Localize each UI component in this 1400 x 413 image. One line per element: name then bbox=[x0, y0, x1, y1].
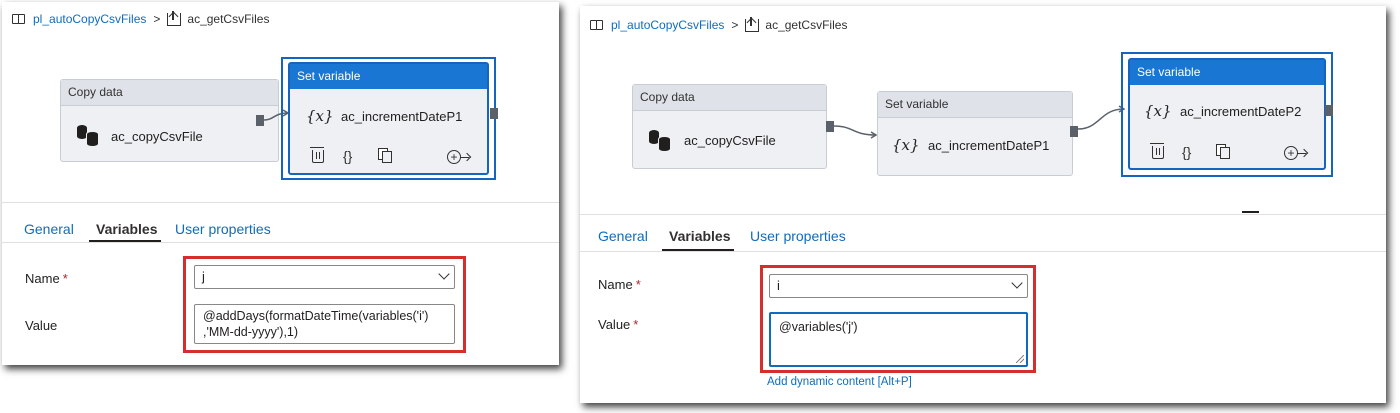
node-type-label: Copy data bbox=[61, 80, 278, 106]
breadcrumb-activity: ac_getCsvFiles bbox=[765, 18, 848, 32]
database-icon bbox=[649, 128, 675, 152]
breadcrumb: pl_autoCopyCsvFiles > ac_getCsvFiles bbox=[590, 16, 848, 32]
breadcrumb-pipeline-link[interactable]: pl_autoCopyCsvFiles bbox=[33, 12, 146, 26]
connector-line bbox=[833, 125, 878, 139]
output-port[interactable] bbox=[1325, 105, 1333, 116]
node-name: ac_incrementDateP1 bbox=[928, 138, 1050, 153]
code-icon[interactable]: {} bbox=[1182, 144, 1191, 160]
breadcrumb-separator: > bbox=[153, 12, 161, 26]
tab-general[interactable]: General bbox=[24, 221, 74, 237]
tab-user-properties[interactable]: User properties bbox=[750, 228, 846, 244]
divider bbox=[2, 242, 559, 243]
delete-icon[interactable] bbox=[1150, 143, 1164, 159]
node-name: ac_copyCsvFile bbox=[111, 129, 203, 144]
add-dynamic-content-link[interactable]: Add dynamic content [Alt+P] bbox=[767, 376, 912, 388]
highlight-box bbox=[760, 265, 1036, 373]
divider bbox=[580, 214, 1386, 215]
left-screenshot-panel: pl_autoCopyCsvFiles > ac_getCsvFiles Cop… bbox=[2, 2, 559, 365]
node-type-label: Set variable bbox=[878, 92, 1072, 118]
breadcrumb: pl_autoCopyCsvFiles > ac_getCsvFiles bbox=[12, 10, 270, 26]
database-icon bbox=[77, 123, 103, 147]
set-variable-activity-node[interactable]: Set variable {x} ac_incrementDateP1 {} bbox=[288, 62, 489, 175]
scroll-indicator bbox=[1242, 211, 1259, 213]
set-variable-activity-node-2[interactable]: Set variable {x} ac_incrementDateP2 {} bbox=[1128, 58, 1326, 170]
divider bbox=[2, 202, 559, 203]
node-name: ac_incrementDateP1 bbox=[341, 109, 463, 124]
copy-data-activity-node[interactable]: Copy data ac_copyCsvFile bbox=[60, 79, 279, 162]
output-port[interactable] bbox=[1070, 126, 1078, 137]
activity-icon bbox=[167, 10, 182, 26]
add-output-icon[interactable] bbox=[1284, 146, 1309, 161]
copy-icon[interactable] bbox=[378, 148, 392, 163]
name-label: Name * bbox=[598, 277, 641, 292]
name-label: Name * bbox=[25, 271, 68, 286]
code-icon[interactable]: {} bbox=[343, 148, 352, 164]
tab-general[interactable]: General bbox=[598, 228, 648, 244]
copy-data-activity-node[interactable]: Copy data ac_copyCsvFile bbox=[632, 84, 827, 169]
tab-variables[interactable]: Variables bbox=[669, 228, 731, 244]
output-port[interactable] bbox=[490, 108, 498, 119]
right-screenshot-panel: pl_autoCopyCsvFiles > ac_getCsvFiles Cop… bbox=[580, 6, 1386, 403]
pipeline-icon bbox=[590, 20, 604, 30]
variable-icon: {x} bbox=[1144, 102, 1172, 120]
output-port[interactable] bbox=[826, 121, 834, 132]
value-label: Value bbox=[25, 318, 58, 333]
activity-icon bbox=[745, 16, 760, 32]
divider bbox=[580, 251, 1386, 252]
breadcrumb-pipeline-link[interactable]: pl_autoCopyCsvFiles bbox=[611, 18, 724, 32]
tab-user-properties[interactable]: User properties bbox=[175, 221, 271, 237]
delete-icon[interactable] bbox=[310, 147, 324, 163]
tab-variables[interactable]: Variables bbox=[96, 221, 158, 237]
variable-icon: {x} bbox=[306, 107, 334, 125]
copy-icon[interactable] bbox=[1216, 144, 1230, 159]
value-label: Value * bbox=[598, 317, 639, 332]
node-name: ac_copyCsvFile bbox=[684, 133, 776, 148]
set-variable-activity-node-1[interactable]: Set variable {x} ac_incrementDateP1 bbox=[877, 91, 1073, 176]
node-name: ac_incrementDateP2 bbox=[1180, 104, 1302, 119]
node-type-label: Set variable bbox=[290, 64, 487, 89]
node-type-label: Set variable bbox=[1130, 60, 1324, 85]
breadcrumb-separator: > bbox=[731, 18, 739, 32]
highlight-box bbox=[183, 256, 466, 353]
output-port[interactable] bbox=[256, 115, 264, 126]
pipeline-icon bbox=[12, 14, 26, 24]
breadcrumb-activity: ac_getCsvFiles bbox=[187, 12, 270, 26]
add-output-icon[interactable] bbox=[447, 150, 472, 165]
node-type-label: Copy data bbox=[633, 85, 826, 111]
variable-icon: {x} bbox=[892, 136, 920, 154]
